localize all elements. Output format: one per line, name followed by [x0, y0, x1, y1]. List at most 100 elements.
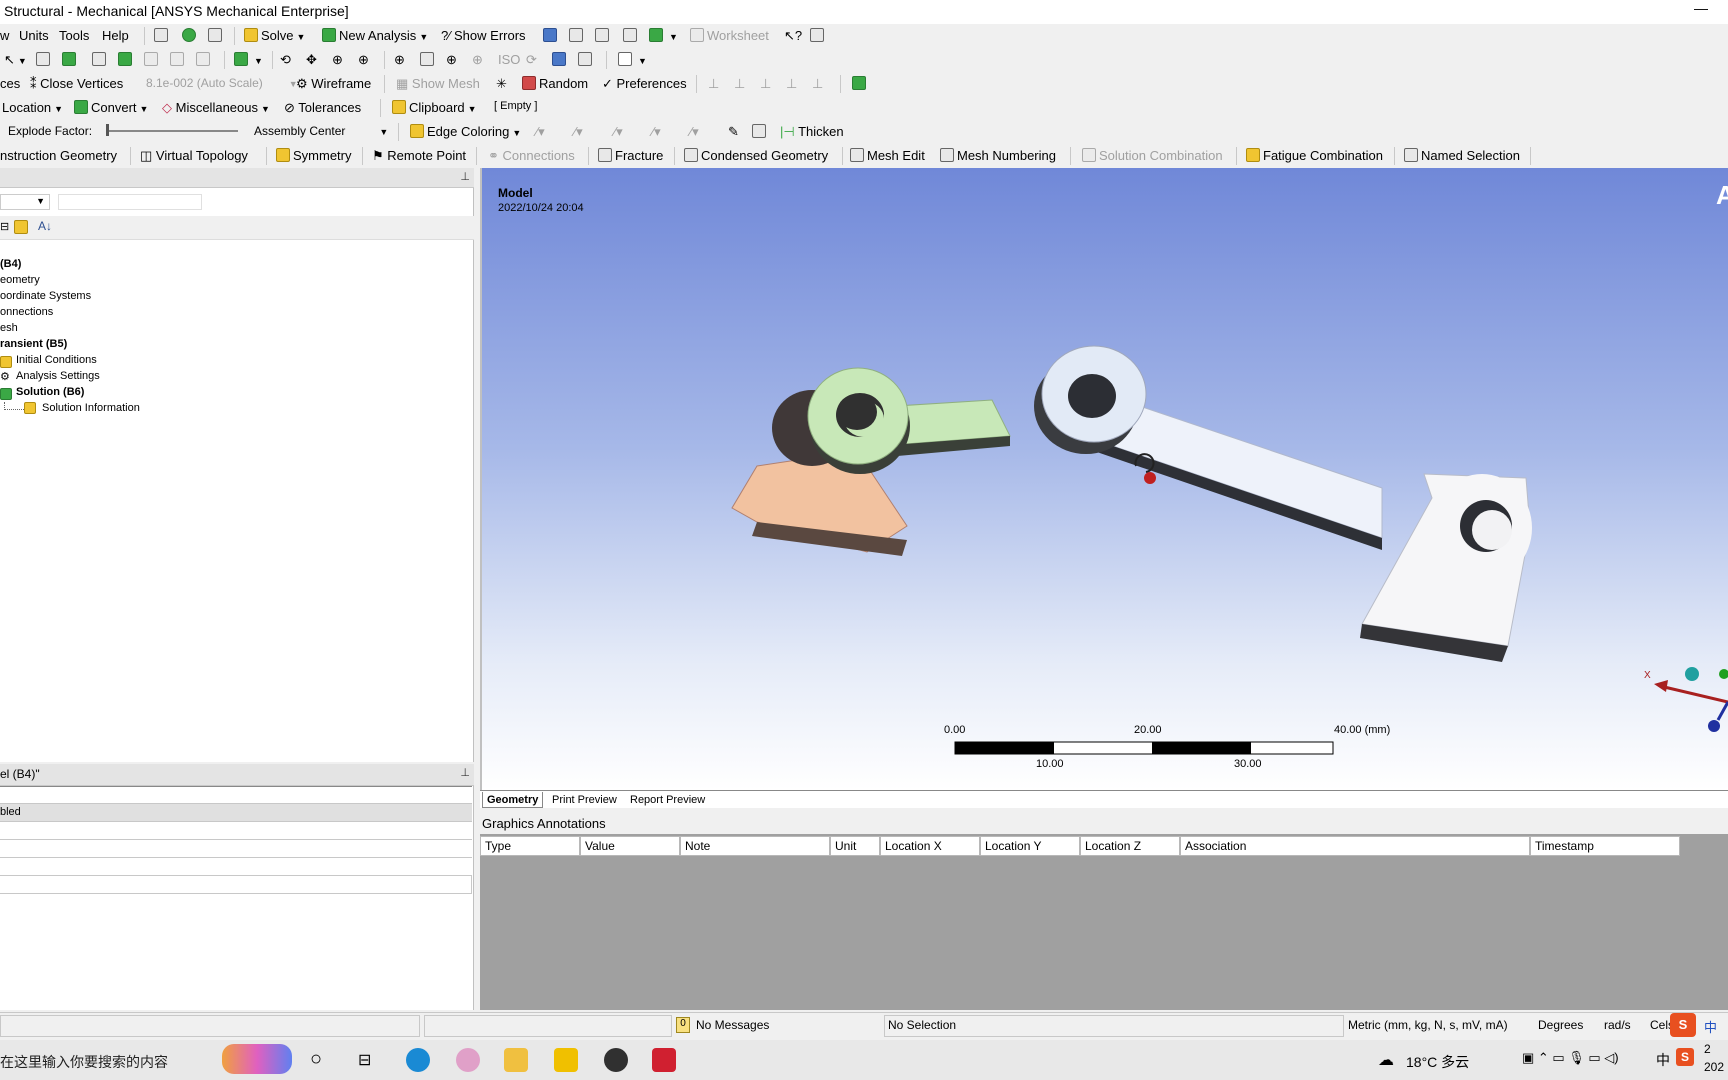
- tree-item-transient[interactable]: ransient (B5): [0, 338, 67, 350]
- next-view-icon[interactable]: [552, 52, 569, 67]
- pan-icon[interactable]: ✥: [306, 52, 317, 68]
- rotate-icon[interactable]: ⟲: [280, 52, 291, 68]
- toolbar-icon-3[interactable]: [595, 28, 612, 43]
- ime-mode-indicator[interactable]: 中: [1704, 1017, 1717, 1036]
- zoom-region-icon[interactable]: [420, 52, 437, 67]
- zoom-icon[interactable]: ⊕: [332, 52, 343, 68]
- select-edge-icon[interactable]: [62, 52, 79, 67]
- axis-icon-5[interactable]: ⊥: [812, 76, 823, 92]
- obs-icon[interactable]: [604, 1048, 628, 1072]
- named-selection-button[interactable]: Named Selection: [1404, 148, 1520, 163]
- search-highlight-icon[interactable]: [222, 1044, 292, 1074]
- select-body-icon[interactable]: [118, 52, 135, 67]
- tree-item-solution-information[interactable]: Solution Information: [42, 402, 140, 414]
- virtual-topology-button[interactable]: ◫ Virtual Topology: [140, 148, 248, 164]
- collapse-icon[interactable]: ⊟: [0, 220, 9, 233]
- toolbar-icon-2[interactable]: [569, 28, 586, 43]
- scale-dropdown[interactable]: 8.1e-002 (Auto Scale) ▼: [146, 76, 298, 90]
- clock-time[interactable]: 2: [1704, 1042, 1711, 1056]
- viewport-layout-icon[interactable]: ▼: [618, 52, 647, 67]
- edge-icon-1[interactable]: ⁄▾: [536, 124, 545, 140]
- column-association[interactable]: Association: [1180, 836, 1530, 856]
- convert-button[interactable]: Convert ▼: [74, 100, 148, 115]
- weather-icon[interactable]: ☁: [1378, 1050, 1394, 1070]
- select-vertex-icon[interactable]: [36, 52, 53, 67]
- thin-edge-icon[interactable]: ✎: [728, 124, 739, 140]
- rotational-velocity-status[interactable]: rad/s: [1604, 1018, 1631, 1032]
- mesh-numbering-button[interactable]: Mesh Numbering: [940, 148, 1056, 163]
- clock-date[interactable]: 202: [1704, 1060, 1724, 1074]
- axis-icon-2[interactable]: ⊥: [734, 76, 745, 92]
- condensed-geometry-button[interactable]: Condensed Geometry: [684, 148, 828, 163]
- messages-icon[interactable]: 0: [676, 1017, 690, 1033]
- check-icon[interactable]: [182, 28, 199, 43]
- explode-icon[interactable]: ✳: [496, 76, 507, 92]
- tolerances-button[interactable]: ⊘ Tolerances: [284, 100, 361, 116]
- tree-item-connections[interactable]: onnections: [0, 306, 53, 318]
- worksheet-button[interactable]: Worksheet: [690, 28, 769, 43]
- tree-item-analysis-settings[interactable]: Analysis Settings: [16, 370, 100, 382]
- show-errors-button[interactable]: ?⁄ Show Errors: [441, 28, 526, 43]
- column-value[interactable]: Value: [580, 836, 680, 856]
- sogou-ime-icon[interactable]: S: [1670, 1013, 1696, 1037]
- details-row[interactable]: [0, 840, 472, 858]
- construction-geometry-button[interactable]: nstruction Geometry: [0, 148, 117, 163]
- column-location-z[interactable]: Location Z: [1080, 836, 1180, 856]
- task-view-icon[interactable]: ⊟: [358, 1050, 371, 1070]
- tree-item-geometry[interactable]: eometry: [0, 274, 40, 286]
- random-button[interactable]: Random: [522, 76, 588, 91]
- tree-icon[interactable]: [208, 28, 225, 43]
- weather-text[interactable]: 18°C 多云: [1406, 1052, 1469, 1072]
- details-row[interactable]: [0, 822, 472, 840]
- zoom-in-icon[interactable]: ⊕: [446, 52, 457, 68]
- select-element-face-icon[interactable]: [196, 52, 213, 67]
- menu-item-view[interactable]: w: [0, 28, 9, 43]
- tree-item-mesh[interactable]: esh: [0, 322, 18, 334]
- edge-icon-4[interactable]: ⁄▾: [652, 124, 661, 140]
- select-mode-icon[interactable]: ↖ ▼: [4, 52, 27, 68]
- image-icon[interactable]: ▼: [649, 28, 678, 43]
- axis-icon-3[interactable]: ⊥: [760, 76, 771, 92]
- tree-item-model[interactable]: (B4): [0, 258, 21, 270]
- solve-button[interactable]: Solve ▼: [244, 28, 305, 43]
- thicken-button[interactable]: |⊣ Thicken: [780, 124, 844, 140]
- sogou-tray-icon[interactable]: S: [1676, 1048, 1694, 1066]
- edge-coloring-button[interactable]: Edge Coloring ▼: [410, 124, 521, 139]
- toolbar-icon-1[interactable]: [543, 28, 560, 43]
- app-icon[interactable]: [456, 1048, 480, 1072]
- fatigue-combination-button[interactable]: Fatigue Combination: [1246, 148, 1383, 163]
- print-icon[interactable]: [578, 52, 595, 67]
- column-location-x[interactable]: Location X: [880, 836, 980, 856]
- mechanical-app-icon[interactable]: [652, 1048, 676, 1072]
- messages-status[interactable]: No Messages: [696, 1018, 769, 1032]
- tray-icons[interactable]: ▣ ⌃ ▭ 🎙 ▭ ◁): [1522, 1050, 1619, 1066]
- details-row[interactable]: [0, 876, 472, 894]
- show-mesh-button[interactable]: ▦ Show Mesh: [396, 76, 480, 92]
- select-face-icon[interactable]: [92, 52, 109, 67]
- search-input[interactable]: [58, 194, 202, 210]
- axis-icon-4[interactable]: ⊥: [786, 76, 797, 92]
- tab-report-preview[interactable]: Report Preview: [626, 792, 709, 808]
- miscellaneous-button[interactable]: ◇ Miscellaneous ▼: [162, 100, 270, 116]
- explode-slider-handle[interactable]: [106, 124, 109, 136]
- folder-icon[interactable]: [14, 220, 31, 235]
- column-location-y[interactable]: Location Y: [980, 836, 1080, 856]
- axis-icon-1[interactable]: ⊥: [708, 76, 719, 92]
- unit-system-status[interactable]: Metric (mm, kg, N, s, mV, mA): [1348, 1018, 1508, 1032]
- mesh-edit-button[interactable]: Mesh Edit: [850, 148, 925, 163]
- menu-item-tools[interactable]: Tools: [59, 28, 89, 43]
- select-element-icon[interactable]: [170, 52, 187, 67]
- graphics-viewport[interactable]: Model 2022/10/24 20:04 A: [480, 168, 1728, 790]
- tag-icon[interactable]: [810, 28, 827, 43]
- details-pin-icon[interactable]: ⊥: [460, 766, 470, 779]
- magnifier-icon[interactable]: ⊕: [472, 52, 483, 68]
- text-icon[interactable]: [623, 28, 640, 43]
- filter-dropdown[interactable]: ▼: [0, 194, 50, 210]
- pin-icon[interactable]: ⊥: [460, 170, 470, 183]
- tree-item-initial-conditions[interactable]: Initial Conditions: [16, 354, 97, 366]
- zoom-box-icon[interactable]: ⊕: [358, 52, 369, 68]
- column-unit[interactable]: Unit: [830, 836, 880, 856]
- ime-language-icon[interactable]: 中: [1656, 1050, 1670, 1070]
- details-row[interactable]: [0, 858, 472, 876]
- new-analysis-button[interactable]: New Analysis ▼: [322, 28, 428, 43]
